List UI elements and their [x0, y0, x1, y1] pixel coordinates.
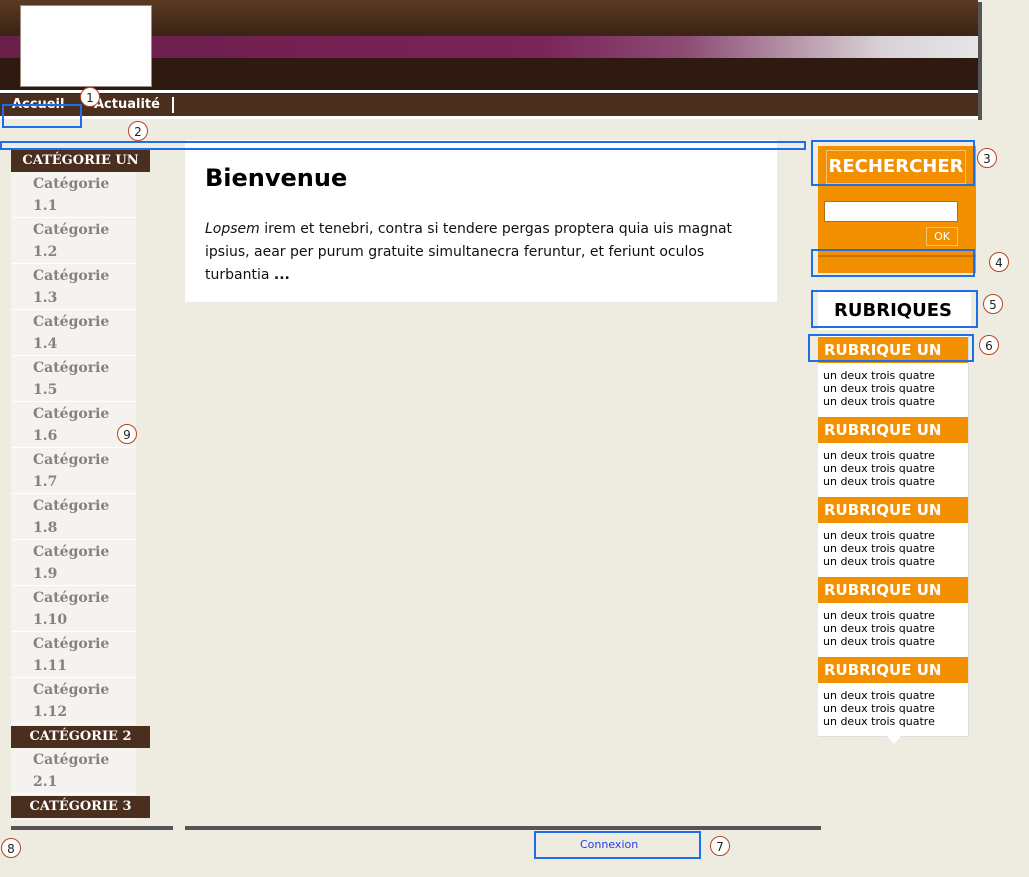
subcategory-label: Catégorie [33, 268, 110, 284]
subcategory-label: Catégorie [33, 406, 110, 422]
subcategory-number: 1.2 [33, 244, 58, 260]
rubrique-line: un deux trois quatre [823, 382, 935, 395]
intro-emphasis: Lopsem [205, 221, 260, 237]
nav-item-actualite[interactable]: Actualité [94, 97, 160, 112]
search-input[interactable] [824, 201, 958, 222]
subcategory-label: Catégorie [33, 452, 110, 468]
rubrique-header[interactable]: RUBRIQUE UN [818, 417, 968, 443]
highlight-box-2 [0, 141, 806, 150]
annotation-badge-1: 1 [80, 87, 100, 107]
subcategory-number: 1.4 [33, 336, 58, 352]
subcategory-link[interactable]: Catégorie 1.1 [11, 173, 136, 218]
subcategory-link[interactable]: Catégorie 1.4 [11, 311, 136, 356]
category-header[interactable]: CATÉGORIE 2 [11, 726, 150, 748]
subcategory-link[interactable]: Catégorie 1.5 [11, 357, 136, 402]
page-title: Bienvenue [205, 164, 348, 192]
read-more-link[interactable]: ... [274, 267, 290, 283]
subcategory-label: Catégorie [33, 176, 110, 192]
subcategory-number: 2.1 [33, 774, 58, 790]
site-logo[interactable] [20, 5, 152, 87]
rubrique-header[interactable]: RUBRIQUE UN [818, 657, 968, 683]
header-divider [0, 90, 978, 93]
main-bottom-border [185, 826, 821, 830]
subcategory-link[interactable]: Catégorie 1.8 [11, 495, 136, 540]
subcategory-label: Catégorie [33, 222, 110, 238]
subcategory-number: 1.8 [33, 520, 58, 536]
subcategory-link[interactable]: Catégorie 1.2 [11, 219, 136, 264]
highlight-box-1 [2, 104, 82, 128]
subcategory-number: 1.11 [33, 658, 68, 674]
subcategory-link[interactable]: Catégorie 1.10 [11, 587, 136, 632]
subcategory-label: Catégorie [33, 360, 110, 376]
rubrique-line: un deux trois quatre [823, 449, 935, 462]
annotation-badge-9: 9 [117, 424, 137, 444]
annotation-badge-8: 8 [1, 838, 21, 858]
rubrique-line: un deux trois quatre [823, 689, 935, 702]
subcategory-number: 1.5 [33, 382, 58, 398]
annotation-badge-2: 2 [128, 121, 148, 141]
rubrique-line: un deux trois quatre [823, 609, 935, 622]
rubrique-line: un deux trois quatre [823, 369, 935, 382]
highlight-box-3 [811, 140, 975, 186]
subcategory-link[interactable]: Catégorie 1.3 [11, 265, 136, 310]
annotation-badge-7: 7 [710, 836, 730, 856]
subcategory-label: Catégorie [33, 682, 110, 698]
subcategory-link[interactable]: Catégorie 1.6 [11, 403, 136, 448]
rubrique-line: un deux trois quatre [823, 622, 935, 635]
subcategory-label: Catégorie [33, 752, 110, 768]
subcategory-link[interactable]: Catégorie 1.7 [11, 449, 136, 494]
header-shadow [978, 2, 982, 120]
subcategory-number: 1.12 [33, 704, 68, 720]
subcategory-link[interactable]: Catégorie 1.12 [11, 679, 136, 724]
rubrique-line: un deux trois quatre [823, 529, 935, 542]
subcategory-label: Catégorie [33, 636, 110, 652]
rubrique-line: un deux trois quatre [823, 555, 935, 568]
subcategory-number: 1.10 [33, 612, 68, 628]
rubriques-pointer [886, 735, 902, 744]
rubrique-line: un deux trois quatre [823, 542, 935, 555]
nav-separator [172, 97, 174, 113]
highlight-box-5 [811, 290, 978, 328]
rubrique-header[interactable]: RUBRIQUE UN [818, 497, 968, 523]
rubrique-line: un deux trois quatre [823, 715, 935, 728]
subcategory-label: Catégorie [33, 498, 110, 514]
subcategory-number: 1.3 [33, 290, 58, 306]
subcategory-number: 1.1 [33, 198, 58, 214]
subcategory-label: Catégorie [33, 544, 110, 560]
rubrique-line: un deux trois quatre [823, 462, 935, 475]
annotation-badge-5: 5 [983, 294, 1003, 314]
rubrique-line: un deux trois quatre [823, 635, 935, 648]
subcategory-link[interactable]: Catégorie 1.11 [11, 633, 136, 678]
category-header[interactable]: CATÉGORIE 3 [11, 796, 150, 818]
subcategory-label: Catégorie [33, 590, 110, 606]
category-header[interactable]: CATÉGORIE UN [11, 150, 150, 172]
highlight-box-7 [534, 831, 701, 859]
rubrique-header[interactable]: RUBRIQUE UN [818, 577, 968, 603]
subcategory-number: 1.7 [33, 474, 58, 490]
highlight-box-4 [811, 249, 975, 277]
rubrique-line: un deux trois quatre [823, 702, 935, 715]
subcategory-link[interactable]: Catégorie 1.9 [11, 541, 136, 586]
annotation-badge-3: 3 [977, 148, 997, 168]
intro-text: Lopsem irem et tenebri, contra si tender… [205, 218, 755, 287]
rubrique-line: un deux trois quatre [823, 395, 935, 408]
annotation-badge-6: 6 [979, 335, 999, 355]
annotation-badge-4: 4 [989, 252, 1009, 272]
rubrique-line: un deux trois quatre [823, 475, 935, 488]
search-ok-button[interactable]: OK [926, 227, 958, 246]
header-bottom-divider [0, 116, 978, 119]
subcategory-number: 1.9 [33, 566, 58, 582]
subcategory-link[interactable]: Catégorie 2.1 [11, 749, 136, 794]
sidebar-bottom-border [11, 826, 173, 830]
subcategory-label: Catégorie [33, 314, 110, 330]
highlight-box-6 [808, 334, 974, 362]
